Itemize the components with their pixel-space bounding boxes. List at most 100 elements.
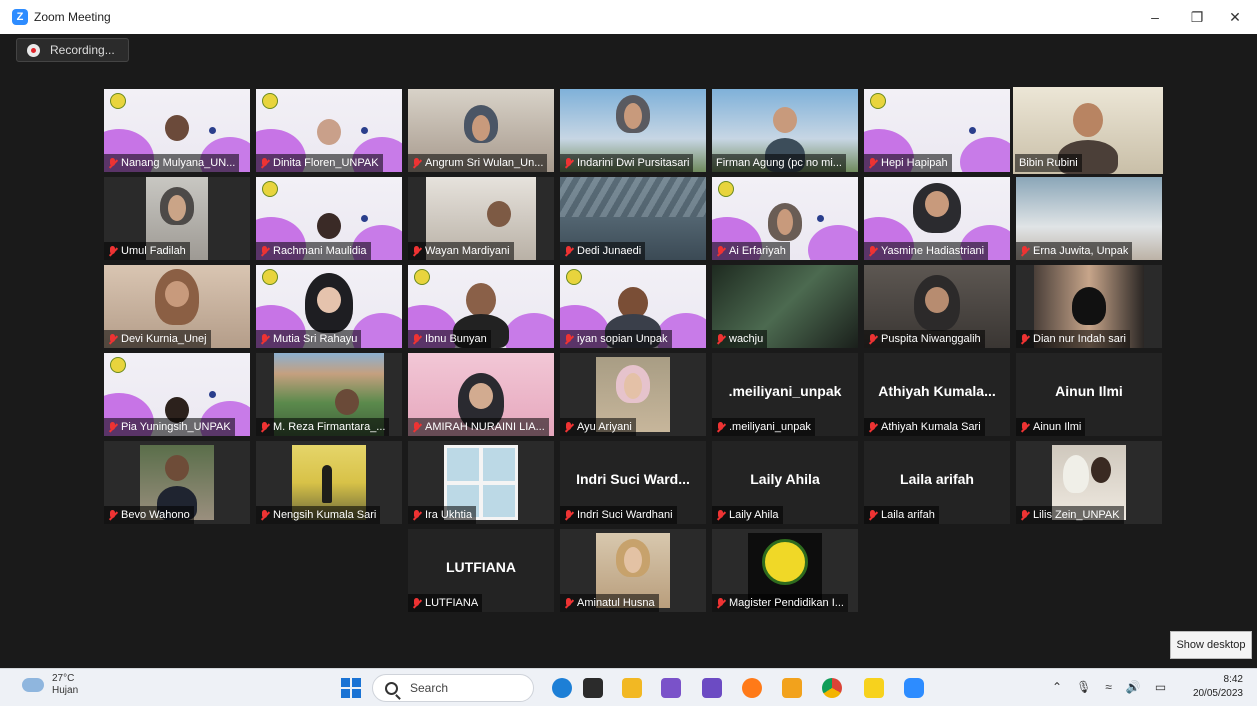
participant-tile[interactable]: Dinita Floren_UNPAK [256, 89, 402, 172]
participant-tile[interactable]: Laila arifah Laila arifah [864, 441, 1010, 524]
muted-mic-icon [260, 333, 269, 345]
zoom-icon[interactable] [904, 678, 924, 698]
participant-nameplate: Bevo Wahono [104, 506, 194, 524]
participant-nameplate: Wayan Mardiyani [408, 242, 514, 260]
muted-mic-icon [412, 245, 421, 257]
show-desktop-button[interactable]: Show desktop [1170, 631, 1252, 659]
participant-tile[interactable]: Angrum Sri Wulan_Un... [408, 89, 554, 172]
participant-tile[interactable]: AMIRAH NURAINI LIA... [408, 353, 554, 436]
muted-mic-icon [412, 333, 421, 345]
participant-tile[interactable]: Ibnu Bunyan [408, 265, 554, 348]
participant-tile[interactable]: M. Reza Firmantara_... [256, 353, 402, 436]
participant-display-name: .meiliyani_unpak [728, 383, 842, 399]
task-view-icon[interactable] [583, 678, 603, 698]
recording-indicator[interactable]: Recording... [16, 38, 129, 62]
file-explorer-icon[interactable] [622, 678, 642, 698]
university-logo-icon [762, 539, 808, 585]
participant-tile[interactable]: wachju [712, 265, 858, 348]
participant-tile[interactable]: Mutia Sri Rahayu [256, 265, 402, 348]
participant-nameplate: Dedi Junaedi [560, 242, 646, 260]
close-icon[interactable]: ✕ [1213, 0, 1257, 34]
muted-mic-icon [868, 509, 877, 521]
participant-tile[interactable]: Lilis Zein_UNPAK [1016, 441, 1162, 524]
participant-display-name: Laily Ahila [750, 471, 820, 487]
participant-nameplate: Nengsih Kumala Sari [256, 506, 381, 524]
participant-tile[interactable]: Ira Ukhtia [408, 441, 554, 524]
network-app-icon[interactable] [782, 678, 802, 698]
participant-nameplate: Puspita Niwanggalih [864, 330, 985, 348]
participant-tile[interactable]: Umul Fadilah [104, 177, 250, 260]
weather-widget[interactable]: 27°C Hujan [22, 673, 78, 697]
participant-nameplate: Ainun Ilmi [1016, 418, 1086, 436]
minimize-icon[interactable]: – [1133, 0, 1177, 34]
active-speaker-tile[interactable]: Bibin Rubini [1013, 87, 1163, 174]
participant-tile[interactable]: iyan sopian Unpak [560, 265, 706, 348]
muted-mic-icon [564, 509, 573, 521]
participant-display-name: Indri Suci Ward... [576, 471, 690, 487]
participant-tile[interactable]: LUTFIANA LUTFIANA [408, 529, 554, 612]
clock-time: 8:42 [1223, 674, 1243, 685]
participant-tile[interactable]: Dedi Junaedi [560, 177, 706, 260]
muted-mic-icon [260, 421, 269, 433]
participant-tile[interactable]: Ayu Ariyani [560, 353, 706, 436]
wifi-icon[interactable]: ≈ [1105, 680, 1112, 694]
participant-tile[interactable]: Ai Erfariyah [712, 177, 858, 260]
participant-nameplate: Pia Yuningsih_UNPAK [104, 418, 235, 436]
participant-tile[interactable]: Aminatul Husna [560, 529, 706, 612]
taskbar-search[interactable]: Search [372, 674, 534, 702]
photo-editor-icon[interactable] [702, 678, 722, 698]
participant-display-name: Ainun Ilmi [1055, 383, 1123, 399]
participant-tile[interactable]: Nengsih Kumala Sari [256, 441, 402, 524]
taskbar-clock[interactable]: 8:42 20/05/2023 [1193, 673, 1243, 701]
windows-start-icon[interactable] [341, 678, 361, 698]
windows-taskbar: 27°C Hujan Search ⌃ 🎙 ≈ 🔊 ▭ 8:42 20/05/2… [0, 668, 1257, 706]
sticky-notes-icon[interactable] [864, 678, 884, 698]
rain-cloud-icon [22, 678, 44, 692]
participant-nameplate: Dinita Floren_UNPAK [256, 154, 383, 172]
participant-nameplate: Indri Suci Wardhani [560, 506, 677, 524]
muted-mic-icon [716, 509, 725, 521]
participant-tile[interactable]: Rachmani Maulidia [256, 177, 402, 260]
search-icon [385, 681, 398, 695]
participant-nameplate: Devi Kurnia_Unej [104, 330, 211, 348]
participant-nameplate: Dian nur Indah sari [1016, 330, 1130, 348]
battery-icon[interactable]: ▭ [1155, 680, 1166, 694]
participant-tile[interactable]: Firman Agung (pc no mi... [712, 89, 858, 172]
firefox-icon[interactable] [742, 678, 762, 698]
muted-mic-icon [1020, 421, 1029, 433]
participant-tile[interactable]: Yasmine Hadiastriani [864, 177, 1010, 260]
muted-mic-icon [868, 157, 877, 169]
muted-mic-icon [564, 245, 573, 257]
chevron-up-icon[interactable]: ⌃ [1052, 680, 1062, 694]
chrome-icon[interactable] [822, 678, 842, 698]
participant-tile[interactable]: Laily Ahila Laily Ahila [712, 441, 858, 524]
participant-tile[interactable]: Bevo Wahono [104, 441, 250, 524]
participant-tile[interactable]: Pia Yuningsih_UNPAK [104, 353, 250, 436]
participant-tile[interactable]: Nanang Mulyana_UN... [104, 89, 250, 172]
participant-tile[interactable]: Ainun Ilmi Ainun Ilmi [1016, 353, 1162, 436]
participant-display-name: LUTFIANA [446, 559, 516, 575]
participant-tile[interactable]: Hepi Hapipah [864, 89, 1010, 172]
participant-tile[interactable]: Magister Pendidikan I... [712, 529, 858, 612]
participant-nameplate: Erna Juwita, Unpak [1016, 242, 1133, 260]
photos-icon[interactable] [661, 678, 681, 698]
muted-mic-icon [564, 157, 573, 169]
participant-nameplate: iyan sopian Unpak [560, 330, 672, 348]
participant-tile[interactable]: Devi Kurnia_Unej [104, 265, 250, 348]
microphone-icon[interactable]: 🎙 [1076, 680, 1091, 694]
window-title-bar: Z Zoom Meeting – ❐ ✕ [0, 0, 1257, 34]
participant-tile[interactable]: Dian nur Indah sari [1016, 265, 1162, 348]
participant-tile[interactable]: Indarini Dwi Pursitasari [560, 89, 706, 172]
participant-tile[interactable]: Indri Suci Ward... Indri Suci Wardhani [560, 441, 706, 524]
participant-tile[interactable]: Erna Juwita, Unpak [1016, 177, 1162, 260]
participant-tile[interactable]: .meiliyani_unpak .meiliyani_unpak [712, 353, 858, 436]
bing-chat-icon[interactable] [552, 678, 572, 698]
speaker-icon[interactable]: 🔊 [1126, 680, 1141, 694]
participant-nameplate: Mutia Sri Rahayu [256, 330, 362, 348]
participant-nameplate: Laila arifah [864, 506, 939, 524]
participant-tile[interactable]: Athiyah Kumala... Athiyah Kumala Sari [864, 353, 1010, 436]
participant-tile[interactable]: Wayan Mardiyani [408, 177, 554, 260]
participant-tile[interactable]: Puspita Niwanggalih [864, 265, 1010, 348]
weather-description: Hujan [52, 685, 79, 696]
muted-mic-icon [412, 509, 421, 521]
